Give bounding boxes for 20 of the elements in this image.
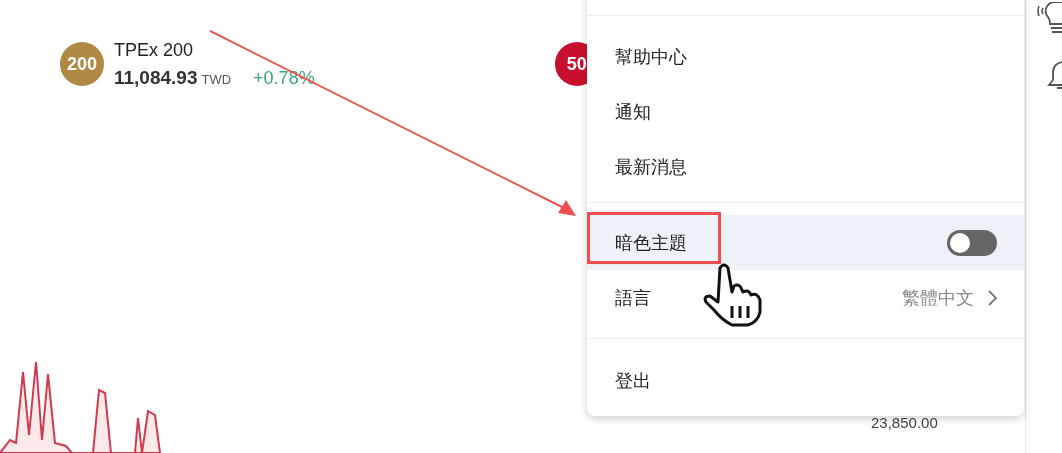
menu-item-label: 最新消息 bbox=[615, 155, 687, 179]
menu-item[interactable]: 暗色主題 bbox=[587, 215, 1024, 270]
index-value: 11,084.93 bbox=[114, 67, 198, 89]
menu-item[interactable]: 登出 bbox=[587, 353, 1024, 408]
language-value: 繁體中文 bbox=[902, 286, 974, 310]
toggle-switch[interactable] bbox=[947, 229, 997, 256]
menu-item[interactable]: 最新消息 bbox=[587, 139, 1024, 194]
menu-item-label: 暗色主題 bbox=[615, 231, 687, 255]
index-name: TPEx 200 bbox=[114, 40, 195, 61]
menu-item-label: 語言 bbox=[615, 286, 651, 310]
currency-label: TWD bbox=[201, 72, 232, 87]
menu-item-label: 登出 bbox=[615, 369, 651, 393]
menu-item[interactable]: 通知 bbox=[587, 84, 1024, 139]
menu-item[interactable]: 語言 繁體中文 bbox=[587, 270, 1024, 325]
menu-item-label: 通知 bbox=[615, 100, 651, 124]
index-badge: 200 bbox=[60, 42, 104, 86]
menu-item-label: 幫助中心 bbox=[615, 45, 687, 69]
chevron-right-icon bbox=[988, 289, 997, 306]
lightbulb-icon[interactable] bbox=[1037, 2, 1062, 36]
price-value: 23,850.00 bbox=[871, 414, 938, 431]
